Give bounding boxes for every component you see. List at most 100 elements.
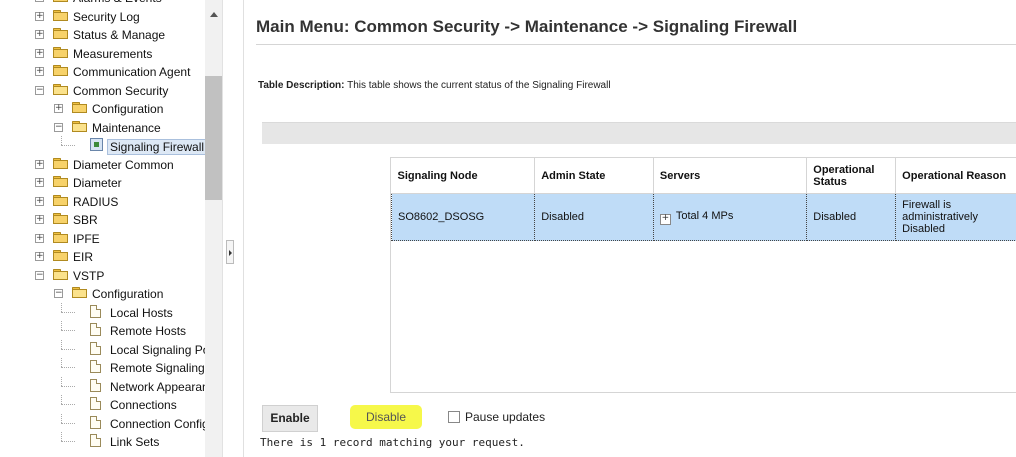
table-row[interactable]: SO8602_DSOSG Disabled + Total 4 MPs Disab… bbox=[390, 193, 1016, 241]
folder-open-icon bbox=[53, 268, 68, 280]
tree-node[interactable]: + Status & Manage bbox=[0, 25, 205, 44]
collapse-icon[interactable]: − bbox=[35, 85, 44, 95]
tree-node[interactable]: Connections bbox=[0, 395, 205, 414]
folder-icon bbox=[72, 102, 87, 113]
collapse-icon[interactable]: − bbox=[35, 270, 44, 280]
collapse-icon[interactable]: − bbox=[54, 289, 63, 298]
tree-connector bbox=[61, 145, 75, 146]
expand-icon[interactable]: + bbox=[54, 104, 63, 113]
disable-button[interactable]: Disable bbox=[350, 405, 422, 429]
table-toolbar bbox=[262, 122, 1016, 144]
record-count-status: There is 1 record matching your request. bbox=[260, 436, 525, 449]
folder-icon bbox=[53, 194, 68, 206]
tree-node[interactable]: Signaling Firewall bbox=[0, 136, 208, 155]
expand-icon[interactable]: + bbox=[35, 196, 44, 206]
expand-icon[interactable]: + bbox=[35, 252, 44, 261]
tree-node[interactable]: + Configuration bbox=[0, 99, 205, 118]
tree-node[interactable]: + Measurements bbox=[0, 44, 205, 63]
document-icon bbox=[90, 415, 101, 429]
tree-node[interactable]: + EIR bbox=[0, 247, 205, 266]
navigation-tree: + Alarms & Events + Security Log + Status & M… bbox=[0, 0, 223, 457]
tree-node[interactable]: Remote Signaling P bbox=[0, 358, 216, 377]
expand-servers-icon[interactable]: + bbox=[659, 213, 671, 225]
tree-node[interactable]: − VSTP bbox=[0, 266, 205, 285]
col-admin-state[interactable]: Admin State bbox=[534, 158, 654, 194]
scrollbar-thumb[interactable] bbox=[205, 76, 222, 200]
tree-node-label: Diameter bbox=[73, 176, 122, 190]
tree-node-label: Diameter Common bbox=[73, 157, 174, 172]
tree-connector bbox=[61, 367, 75, 368]
tree-connector bbox=[61, 321, 62, 330]
col-signaling-node[interactable]: Signaling Node bbox=[391, 158, 536, 194]
tree-node[interactable]: + SBR bbox=[0, 210, 205, 229]
tree-connector bbox=[61, 302, 62, 312]
tree-connector bbox=[61, 413, 62, 423]
expand-icon[interactable]: + bbox=[35, 178, 44, 187]
tree-node[interactable]: Remote Hosts bbox=[0, 321, 205, 340]
pause-updates-control[interactable]: Pause updates bbox=[448, 410, 545, 424]
expand-icon[interactable]: + bbox=[35, 215, 44, 224]
expand-icon[interactable]: + bbox=[35, 159, 44, 169]
cell-operational-reason: Firewall is administratively Disabled bbox=[895, 193, 1016, 241]
tree-node[interactable]: + RADIUS bbox=[0, 192, 205, 211]
tree-node[interactable]: Local Signaling Poir bbox=[0, 339, 216, 359]
expand-icon[interactable]: + bbox=[35, 30, 44, 39]
tree-node[interactable]: − Common Security bbox=[0, 81, 205, 100]
tree-node-label: Maintenance bbox=[92, 120, 161, 135]
enable-button[interactable]: Enable bbox=[262, 405, 318, 432]
tree-node-label: VSTP bbox=[73, 268, 105, 283]
table-header-row: Signaling Node Admin State Servers Opera… bbox=[391, 158, 1016, 194]
servers-count: Total 4 MPs bbox=[675, 209, 734, 222]
col-servers[interactable]: Servers bbox=[653, 158, 808, 194]
tree-connector bbox=[61, 422, 75, 424]
expand-icon[interactable]: + bbox=[35, 67, 44, 76]
title-divider bbox=[256, 44, 1016, 45]
table-description: Table Description: This table shows the … bbox=[258, 80, 611, 91]
panel-splitter-toggle[interactable] bbox=[226, 240, 234, 264]
tree-connector bbox=[61, 330, 75, 331]
tree-node[interactable]: + IPFE bbox=[0, 229, 205, 248]
tree-node-label: Status & Manage bbox=[73, 28, 166, 42]
tree-node[interactable]: Network Appearanc bbox=[0, 376, 215, 396]
tree-scrollbar[interactable] bbox=[205, 0, 222, 457]
tree-node-label: Remote Signaling P bbox=[110, 361, 217, 375]
tree-node[interactable]: Link Sets bbox=[0, 432, 205, 451]
tree-connector bbox=[61, 348, 75, 350]
col-operational-reason[interactable]: Operational Reason bbox=[895, 158, 1016, 194]
expand-icon[interactable]: + bbox=[35, 233, 44, 243]
collapse-icon[interactable]: − bbox=[54, 122, 63, 132]
tree-node-label: Connection Configu bbox=[110, 416, 216, 431]
folder-icon bbox=[53, 0, 68, 2]
scroll-up-arrow-icon[interactable] bbox=[210, 12, 218, 17]
col-operational-status[interactable]: Operational Status bbox=[806, 158, 897, 194]
tree-node-label: Common Security bbox=[73, 83, 169, 98]
tree-node[interactable]: − Maintenance bbox=[0, 118, 205, 137]
page-title: Main Menu: Common Security -> Maintenanc… bbox=[256, 17, 798, 36]
tree-node-label: Configuration bbox=[92, 102, 164, 116]
tree-node[interactable]: Connection Configu bbox=[0, 413, 215, 433]
tree-node[interactable]: + Communication Agent bbox=[0, 62, 205, 81]
tree-node[interactable]: − Configuration bbox=[0, 284, 205, 303]
folder-open-icon bbox=[72, 120, 87, 132]
tree-node[interactable]: Local Hosts bbox=[0, 302, 205, 322]
document-icon bbox=[90, 434, 101, 447]
tree-node[interactable]: + Diameter bbox=[0, 173, 205, 192]
table-description-label: Table Description: bbox=[258, 80, 345, 91]
tree-node-label: Measurements bbox=[73, 46, 153, 61]
expand-icon[interactable]: + bbox=[35, 0, 44, 2]
tree-node-label: SBR bbox=[73, 213, 98, 227]
expand-icon[interactable]: + bbox=[35, 11, 44, 21]
tree-node[interactable]: + Security Log bbox=[0, 7, 205, 26]
tree-node-label: Configuration bbox=[92, 287, 164, 301]
folder-open-icon bbox=[72, 287, 87, 298]
folder-icon bbox=[53, 213, 68, 224]
folder-icon bbox=[53, 176, 68, 187]
pause-updates-checkbox[interactable] bbox=[448, 411, 460, 423]
tree-node-label: Communication Agent bbox=[73, 65, 191, 79]
tree-node[interactable]: + Diameter Common bbox=[0, 155, 205, 174]
tree-node-label: EIR bbox=[73, 250, 94, 264]
tree-connector bbox=[61, 404, 75, 405]
tree-connector bbox=[61, 395, 62, 404]
tree-connector bbox=[61, 136, 62, 145]
expand-icon[interactable]: + bbox=[35, 48, 44, 58]
